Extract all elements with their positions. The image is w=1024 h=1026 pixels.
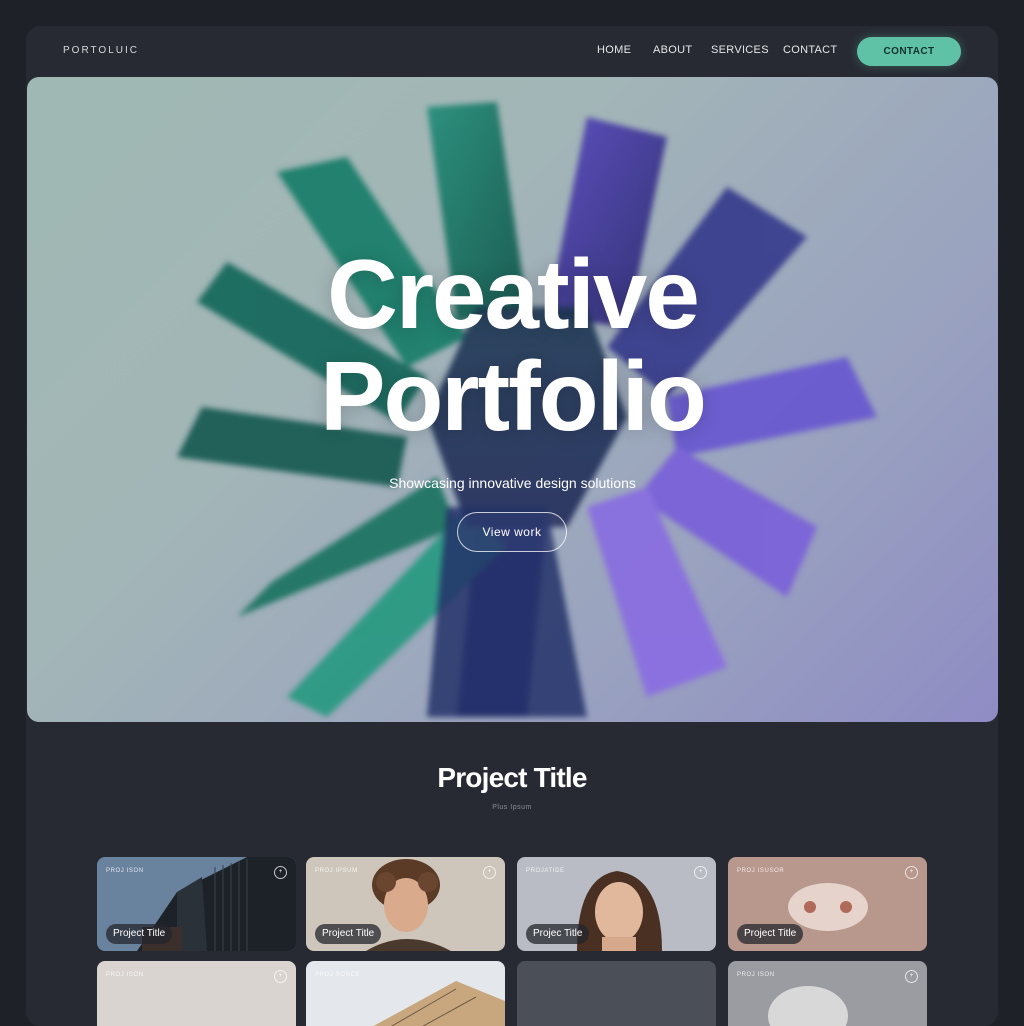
card-tag: PROJ IPSUM <box>315 868 358 874</box>
card-tag: PROJ ISON <box>106 972 144 978</box>
project-card-4[interactable]: PROJ ISUSOR + Project Title <box>728 857 927 951</box>
card-tag: PROJ SONCE <box>315 972 361 978</box>
card-plus-icon[interactable]: + <box>694 866 707 879</box>
card-plus-icon[interactable]: + <box>905 866 918 879</box>
card-tag: PROJATIDE <box>526 868 565 874</box>
hero-subtitle: Showcasing innovative design solutions <box>389 475 636 491</box>
project-card-5[interactable]: PROJ ISON + <box>97 961 296 1026</box>
project-card-8[interactable]: PROJ ISON + <box>728 961 927 1026</box>
brand-logo[interactable]: PORTOLUIC <box>63 45 139 56</box>
project-image-light <box>97 961 296 1026</box>
nav-services[interactable]: SERVICES <box>711 44 769 56</box>
hero-banner: Creative Portfolio Showcasing innovative… <box>27 77 998 722</box>
card-tag: PROJ ISON <box>737 972 775 978</box>
project-card-7[interactable] <box>517 961 716 1026</box>
card-plus-icon[interactable]: + <box>905 970 918 983</box>
project-card-2[interactable]: PROJ IPSUM + Project Title <box>306 857 505 951</box>
card-plus-icon[interactable]: + <box>274 866 287 879</box>
contact-button[interactable]: CONTACT <box>857 37 961 66</box>
view-work-button[interactable]: View work <box>457 512 567 552</box>
nav-home[interactable]: HOME <box>597 44 631 56</box>
top-nav: PORTOLUIC HOME ABOUT SERVICES CONTACT CO… <box>26 26 998 78</box>
project-image-dark <box>517 961 716 1026</box>
project-image-architecture <box>306 961 505 1026</box>
nav-contact[interactable]: CONTACT <box>783 44 837 56</box>
card-label: Project Title <box>737 924 804 944</box>
section-title: Project Title <box>437 762 587 793</box>
project-card-6[interactable]: PROJ SONCE <box>306 961 505 1026</box>
hero-title-line-1: Creative <box>327 239 700 349</box>
project-image-bw-portrait <box>728 961 927 1026</box>
card-plus-icon[interactable]: + <box>274 970 287 983</box>
card-label: Project Title <box>106 924 173 944</box>
section-subtitle: Plus Ipsum <box>492 804 532 811</box>
page-frame: PORTOLUIC HOME ABOUT SERVICES CONTACT CO… <box>26 26 998 1026</box>
project-card-1[interactable]: PROJ ISON + Project Title <box>97 857 296 951</box>
hero-title-line-2: Portfolio <box>320 341 707 451</box>
card-label: Project Title <box>315 924 382 944</box>
card-plus-icon[interactable]: + <box>483 866 496 879</box>
card-tag: PROJ ISON <box>106 868 144 874</box>
hero-title: Creative Portfolio <box>27 243 998 447</box>
card-label: Projec Title <box>526 924 590 944</box>
project-card-3[interactable]: PROJATIDE + Projec Title <box>517 857 716 951</box>
card-tag: PROJ ISUSOR <box>737 868 785 874</box>
nav-about[interactable]: ABOUT <box>653 44 692 56</box>
